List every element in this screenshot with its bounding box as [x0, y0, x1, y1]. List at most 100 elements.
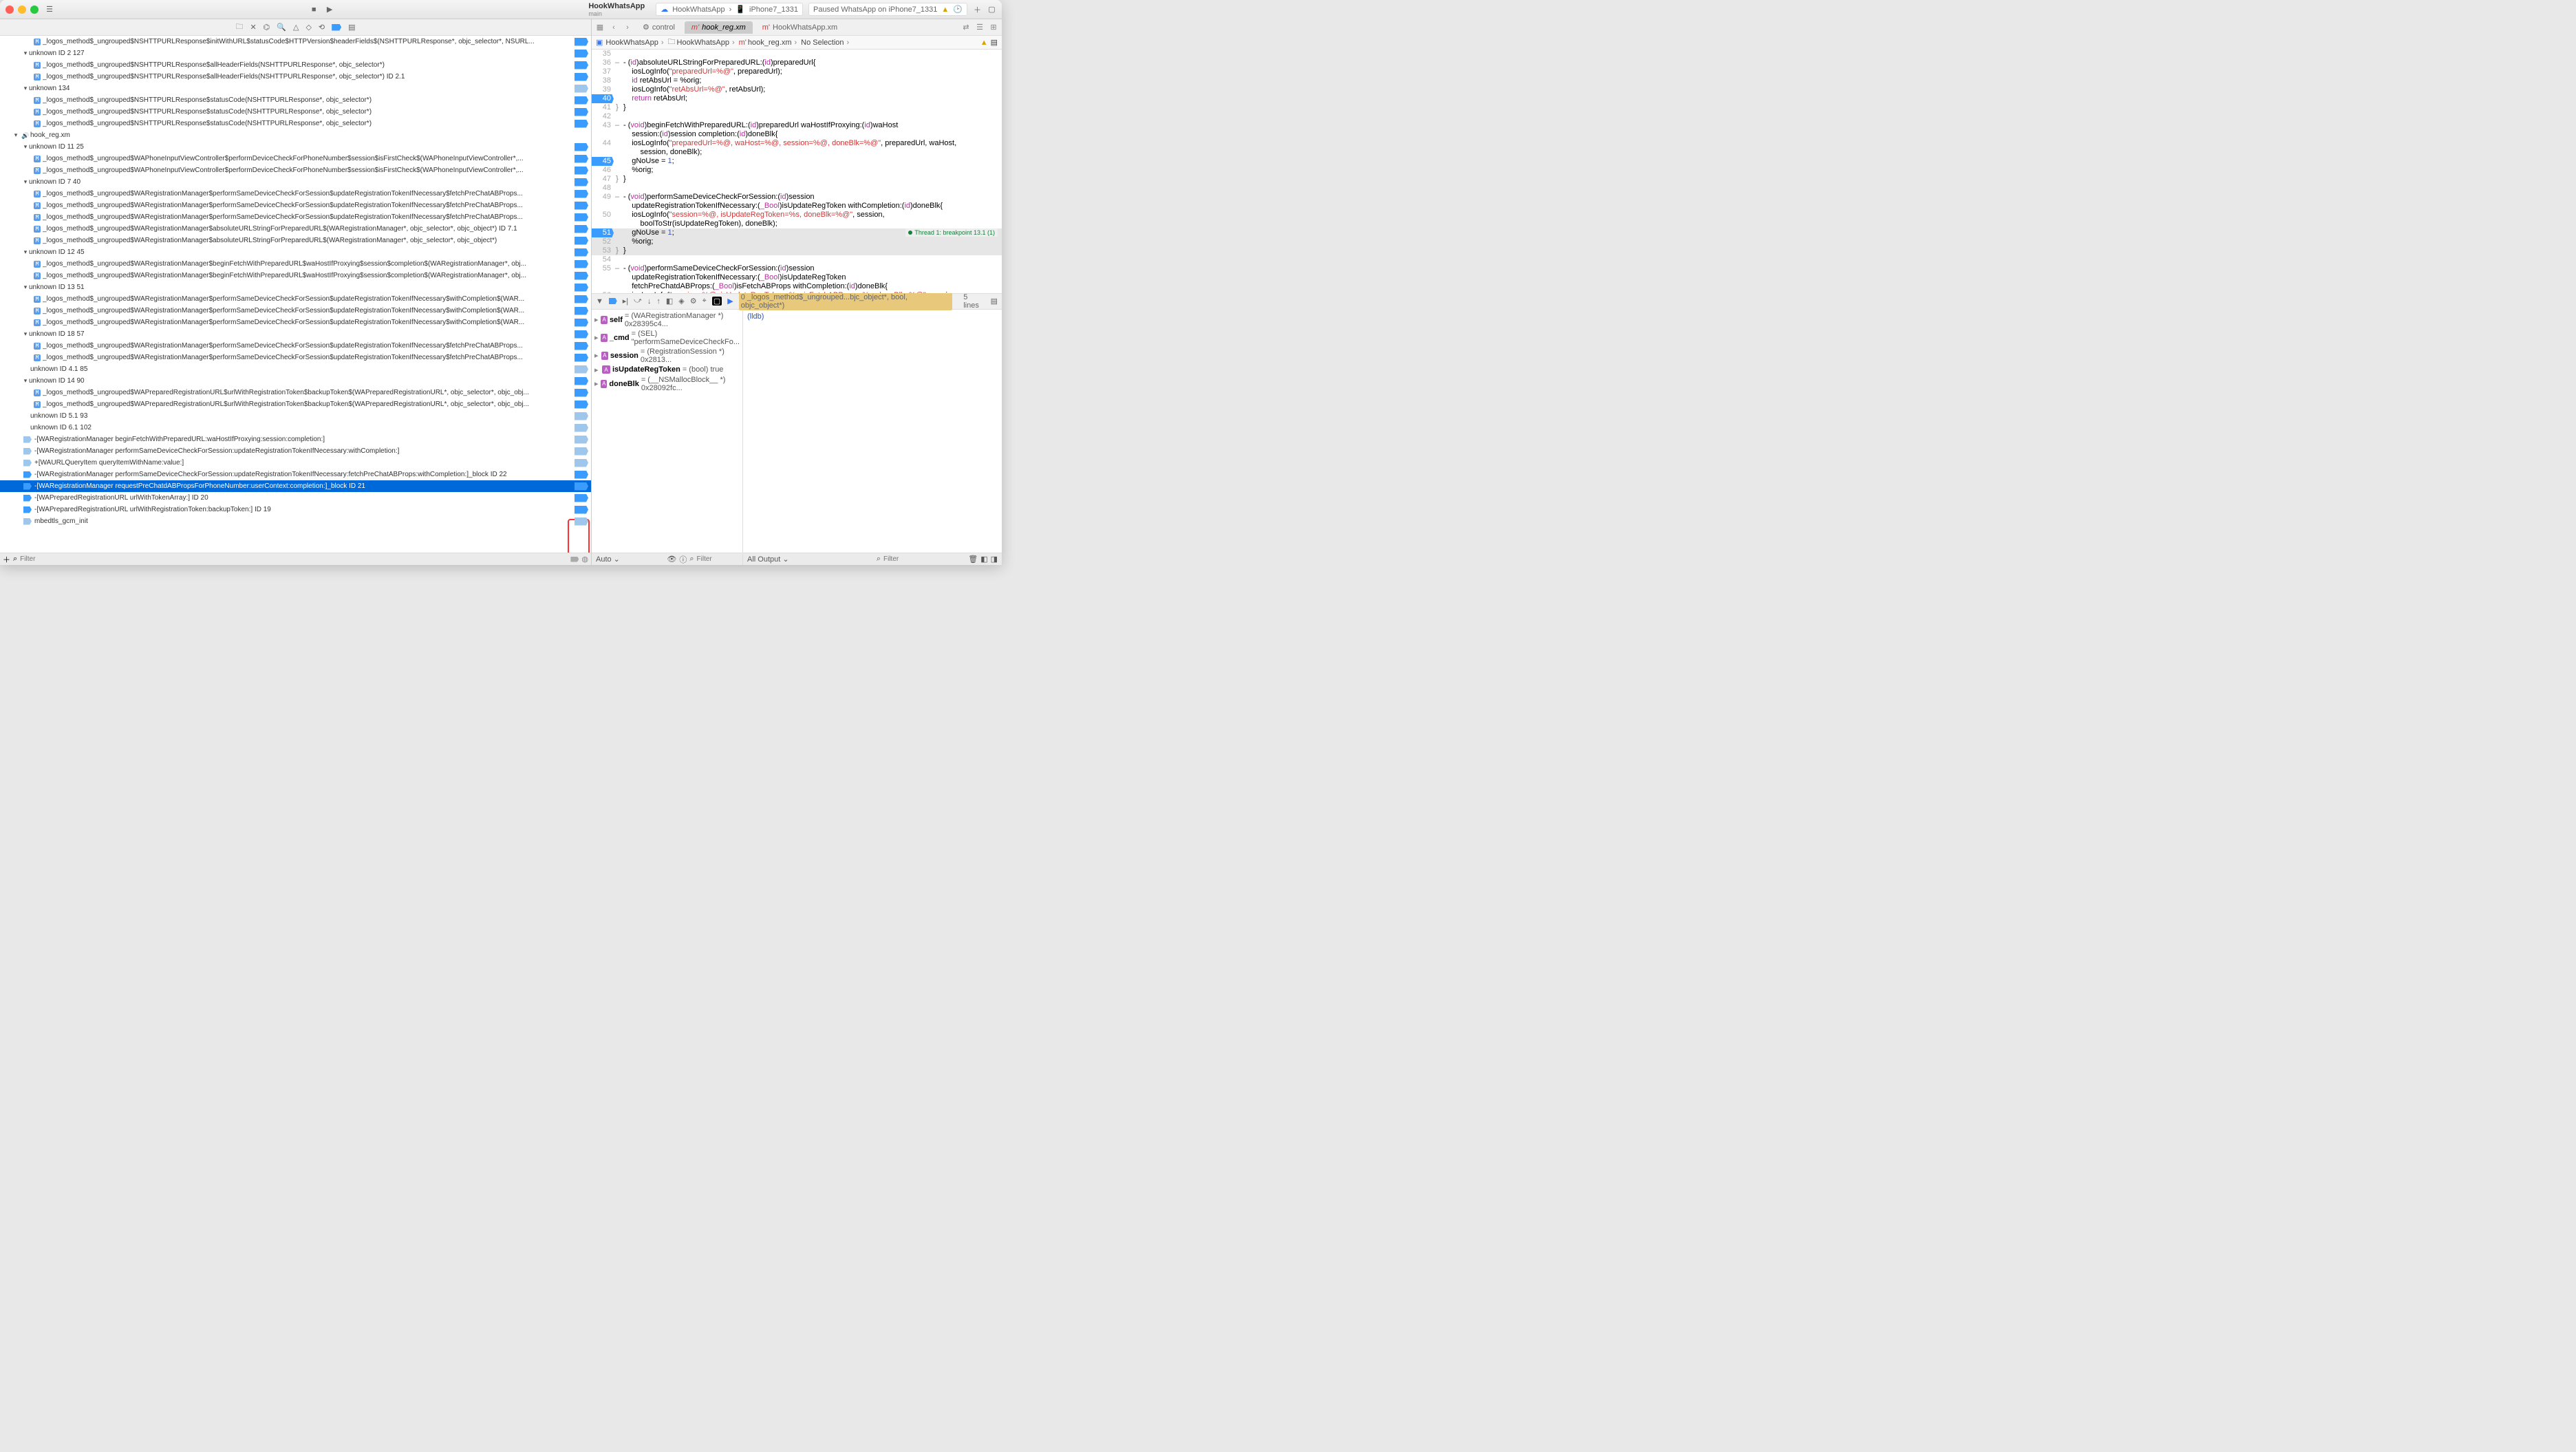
breakpoint-tag-icon[interactable]	[575, 342, 588, 350]
line-gutter[interactable]: 35	[592, 50, 614, 58]
pane-left-icon[interactable]: ◧	[980, 555, 987, 564]
stop-icon[interactable]: ■	[310, 5, 319, 14]
code-line[interactable]: 54	[592, 255, 1002, 264]
breakpoint-tag-icon[interactable]	[575, 202, 588, 210]
breakpoint-row[interactable]: _logos_method$_ungrouped$WARegistrationM…	[0, 200, 591, 211]
breakpoint-tag-icon[interactable]	[575, 412, 588, 420]
disclosure-icon[interactable]: ▸	[594, 379, 599, 388]
variable-row[interactable]: ▸AisUpdateRegToken = (bool) true	[593, 365, 741, 375]
fold-icon[interactable]	[614, 67, 621, 76]
line-gutter[interactable]: 43	[592, 121, 614, 130]
line-gutter[interactable]	[592, 202, 614, 211]
sidebar-toggle-icon[interactable]: ☰	[44, 4, 55, 15]
thread-icon[interactable]: ▢	[712, 297, 722, 306]
breakpoint-row[interactable]: _logos_method$_ungrouped$WAPhoneInputVie…	[0, 153, 591, 164]
fold-icon[interactable]	[614, 112, 621, 121]
code-line[interactable]: 46 %orig;	[592, 166, 1002, 175]
grid-icon[interactable]: ▦	[594, 23, 605, 32]
console-view[interactable]: (lldb)	[743, 310, 1002, 553]
breakpoint-row[interactable]: unknown ID 5.1 93	[0, 410, 591, 422]
disclosure-icon[interactable]: ▾	[22, 85, 29, 92]
fold-icon[interactable]	[614, 273, 621, 282]
filter-input[interactable]	[20, 555, 568, 563]
breakpoint-tag-icon[interactable]	[575, 424, 588, 432]
code-editor[interactable]: 3536–- (id)absoluteURLStringForPreparedU…	[592, 50, 1002, 293]
disclosure-icon[interactable]: ▾	[22, 248, 29, 256]
breakpoint-row[interactable]: ▾unknown ID 2 127	[0, 47, 591, 59]
line-gutter[interactable]	[592, 148, 614, 157]
add-icon[interactable]: ＋	[973, 5, 982, 14]
line-gutter[interactable]: 38	[592, 76, 614, 85]
breakpoint-row[interactable]: unknown ID 6.1 102	[0, 422, 591, 434]
disclosure-icon[interactable]: ▸	[594, 315, 599, 324]
breakpoint-tag-icon[interactable]	[575, 494, 588, 502]
fold-icon[interactable]: }	[614, 175, 621, 184]
breakpoint-tag-icon[interactable]	[575, 50, 588, 58]
line-gutter[interactable]: 53	[592, 246, 614, 255]
breakpoint-row[interactable]: _logos_method$_ungrouped$WARegistrationM…	[0, 305, 591, 317]
disclosure-icon[interactable]: ▾	[22, 143, 29, 151]
trash-icon[interactable]: 🗑	[968, 555, 978, 564]
continue-icon[interactable]: ▸|	[623, 297, 628, 306]
line-gutter[interactable]: 52	[592, 237, 614, 246]
breakpoint-tag-icon[interactable]	[575, 85, 588, 93]
code-line[interactable]: 39 iosLogInfo("retAbsUrl=%@", retAbsUrl)…	[592, 85, 1002, 94]
code-line[interactable]: 40 return retAbsUrl;	[592, 94, 1002, 103]
breakpoint-tag-icon[interactable]	[575, 389, 588, 397]
disclosure-icon[interactable]: ▾	[22, 377, 29, 385]
output-label[interactable]: All Output ⌄	[747, 555, 789, 564]
library-icon[interactable]: ▢	[987, 5, 996, 14]
fold-icon[interactable]	[614, 130, 621, 139]
breakpoint-row[interactable]: _logos_method$_ungrouped$WARegistrationM…	[0, 340, 591, 352]
fold-icon[interactable]: –	[614, 264, 621, 273]
fold-icon[interactable]	[614, 85, 621, 94]
fold-icon[interactable]	[614, 94, 621, 103]
disclosure-icon[interactable]: ▾	[22, 50, 29, 57]
breakpoint-row[interactable]: -[WAPreparedRegistrationURL urlWithRegis…	[0, 504, 591, 515]
code-line[interactable]: 42	[592, 112, 1002, 121]
breakpoint-row[interactable]: _logos_method$_ungrouped$WARegistrationM…	[0, 235, 591, 246]
breakpoint-row[interactable]: _logos_method$_ungrouped$NSHTTPURLRespon…	[0, 106, 591, 118]
line-gutter[interactable]: 51	[592, 228, 614, 237]
run-icon[interactable]: ▶	[325, 5, 334, 14]
code-line[interactable]: 36–- (id)absoluteURLStringForPreparedURL…	[592, 58, 1002, 67]
breakpoint-list[interactable]: _logos_method$_ungrouped$NSHTTPURLRespon…	[0, 36, 591, 553]
code-line[interactable]: 45 gNoUse = 1;	[592, 157, 1002, 166]
tab-hook-wa[interactable]: m'HookWhatsApp.xm	[755, 21, 844, 34]
fold-icon[interactable]	[614, 237, 621, 246]
fold-icon[interactable]	[614, 220, 621, 228]
filter-breakpoint-icon[interactable]	[570, 557, 579, 562]
breakpoint-row[interactable]: _logos_method$_ungrouped$WARegistrationM…	[0, 258, 591, 270]
breakpoint-tag-icon[interactable]	[575, 482, 588, 491]
symbol-icon[interactable]: ⌬	[264, 23, 270, 32]
code-line[interactable]: updateRegistrationTokenIfNecessary:(_Boo…	[592, 202, 1002, 211]
tab-hook-reg[interactable]: m'hook_reg.xm	[685, 21, 753, 34]
issue-icon[interactable]: △	[293, 23, 299, 32]
breakpoint-row[interactable]: -[WARegistrationManager performSameDevic…	[0, 469, 591, 480]
breakpoint-tag-icon[interactable]	[575, 73, 588, 81]
line-gutter[interactable]: 47	[592, 175, 614, 184]
code-line[interactable]: session, doneBlk);	[592, 148, 1002, 157]
scheme-selector[interactable]: ☁HookWhatsApp › 📱iPhone7_1331	[656, 3, 803, 16]
forward-icon[interactable]: ›	[622, 23, 633, 32]
fold-icon[interactable]	[614, 282, 621, 291]
variable-row[interactable]: ▸Aself = (WARegistrationManager *) 0x283…	[593, 311, 741, 329]
filter-matched-icon[interactable]: ◍	[581, 555, 588, 564]
variable-row[interactable]: ▸A_cmd = (SEL) "performSameDeviceCheckFo…	[593, 329, 741, 347]
fold-icon[interactable]	[614, 202, 621, 211]
stack-frame-selector[interactable]: 0 _logos_method$_ungrouped...bjc_object*…	[739, 292, 953, 310]
breakpoint-tag-icon[interactable]	[575, 295, 588, 303]
folder-icon[interactable]: 🗀	[235, 21, 243, 34]
source-control-icon[interactable]: ✕	[250, 23, 256, 32]
hide-debug-icon[interactable]: ▼	[596, 297, 603, 306]
disclosure-icon[interactable]: ▾	[22, 178, 29, 186]
breakpoint-row[interactable]: _logos_method$_ungrouped$NSHTTPURLRespon…	[0, 118, 591, 129]
fold-icon[interactable]	[614, 76, 621, 85]
add-editor-icon[interactable]: ⊞	[988, 23, 999, 32]
breakpoint-tag-icon[interactable]	[575, 459, 588, 467]
line-gutter[interactable]: 44	[592, 139, 614, 148]
pane-right-icon[interactable]: ◨	[991, 555, 998, 564]
breakpoint-tag-icon[interactable]	[575, 436, 588, 444]
line-gutter[interactable]: 37	[592, 67, 614, 76]
breakpoint-row[interactable]: _logos_method$_ungrouped$NSHTTPURLRespon…	[0, 71, 591, 83]
